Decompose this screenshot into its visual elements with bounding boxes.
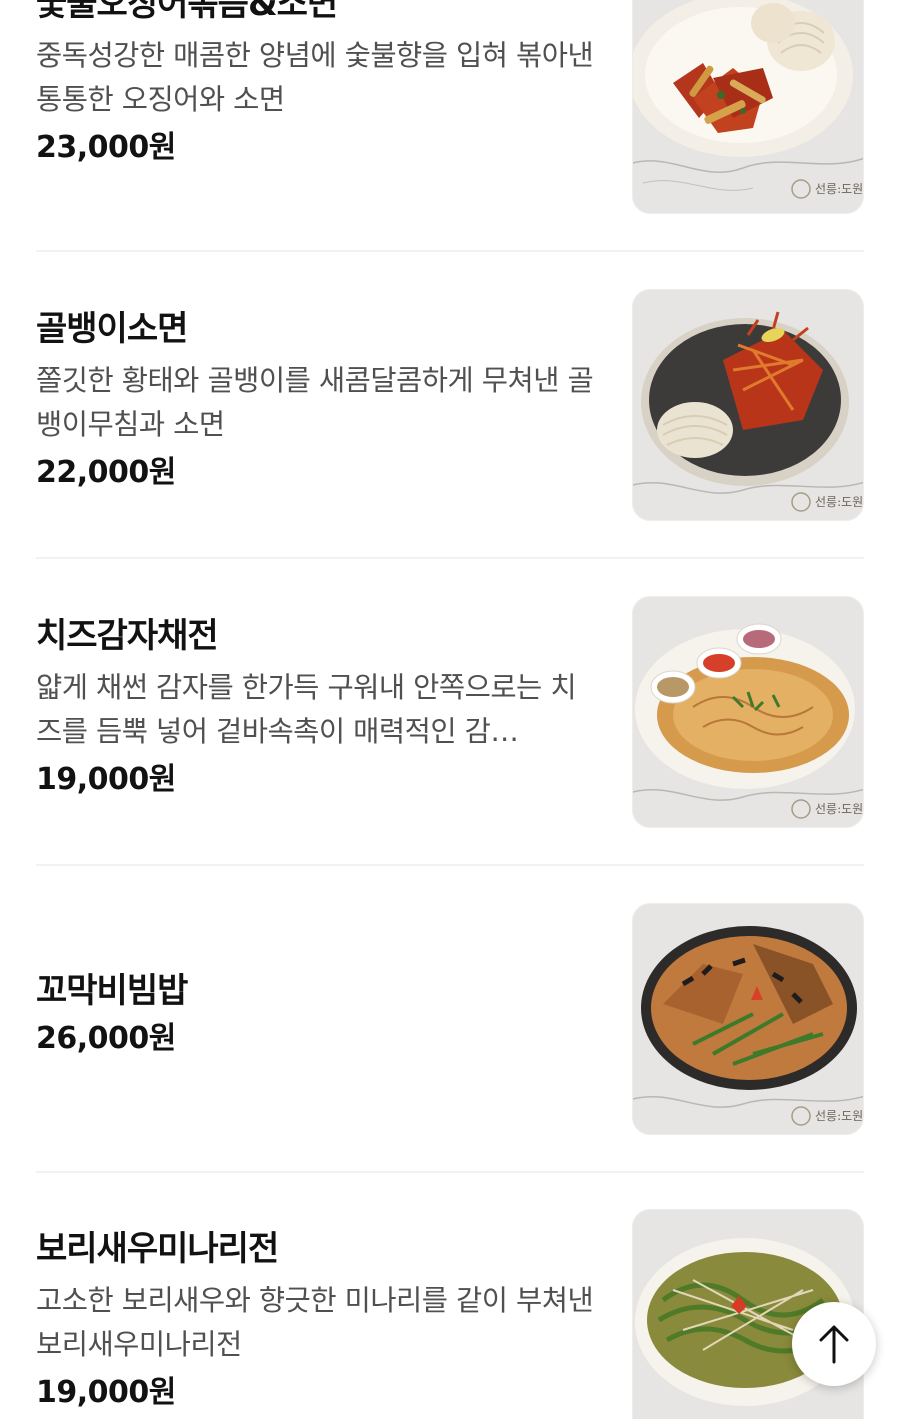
menu-item-price: 19,000원 xyxy=(36,1375,176,1410)
spicy-squid-dish-icon: 선릉:도원 xyxy=(633,0,863,213)
menu-item-name: 치즈감자채전 xyxy=(36,616,219,656)
menu-list: 숯불오징어볶음&소면 중독성강한 매콤한 양념에 숯불향을 입혀 볶아낸 통통한… xyxy=(0,0,900,1419)
item-divider xyxy=(36,864,864,866)
menu-item-price: 26,000원 xyxy=(36,1021,176,1056)
menu-item-photo[interactable]: 선릉:도원 xyxy=(632,0,864,214)
menu-item-name: 숯불오징어볶음&소면 xyxy=(36,0,338,24)
menu-item-price: 23,000원 xyxy=(36,130,176,165)
photo-brand-label: 선릉:도원 xyxy=(815,802,863,816)
whelk-noodle-dish-icon: 선릉:도원 xyxy=(633,290,863,520)
menu-item-price: 19,000원 xyxy=(36,762,176,797)
menu-item[interactable]: 보리새우미나리전 고소한 보리새우와 향긋한 미나리를 같이 부쳐낸 보리새우미… xyxy=(36,1209,864,1419)
photo-brand-label: 선릉:도원 xyxy=(815,1109,863,1123)
item-divider xyxy=(36,1171,864,1173)
item-divider xyxy=(36,557,864,559)
menu-item-info: 꼬막비빔밥 26,000원 xyxy=(36,969,596,1061)
menu-item[interactable]: 치즈감자채전 얇게 채썬 감자를 한가득 구워내 안쪽으로는 치즈를 듬뿍 넣어… xyxy=(36,596,864,828)
menu-item-photo[interactable]: 선릉:도원 xyxy=(632,596,864,828)
menu-item-price: 22,000원 xyxy=(36,455,176,490)
menu-item-info: 숯불오징어볶음&소면 중독성강한 매콤한 양념에 숯불향을 입혀 볶아낸 통통한… xyxy=(36,0,596,170)
photo-brand-label: 선릉:도원 xyxy=(815,495,863,509)
menu-item-description: 중독성강한 매콤한 양념에 숯불향을 입혀 볶아낸 통통한 오징어와 소면 xyxy=(36,39,594,116)
menu-item-name: 골뱅이소면 xyxy=(36,309,188,349)
menu-item-info: 치즈감자채전 얇게 채썬 감자를 한가득 구워내 안쪽으로는 치즈를 듬뿍 넣어… xyxy=(36,614,596,802)
potato-pancake-dish-icon: 선릉:도원 xyxy=(633,597,863,827)
menu-item-description: 얇게 채썬 감자를 한가득 구워내 안쪽으로는 치즈를 듬뿍 넣어 겉바속촉이 … xyxy=(36,671,577,748)
menu-item-name: 꼬막비빔밥 xyxy=(36,971,188,1011)
arrow-up-icon xyxy=(819,1325,849,1364)
menu-item-description: 쫄깃한 황태와 골뱅이를 새콤달콤하게 무쳐낸 골뱅이무침과 소면 xyxy=(36,364,594,441)
menu-item-photo[interactable]: 선릉:도원 xyxy=(632,903,864,1135)
menu-item[interactable]: 골뱅이소면 쫄깃한 황태와 골뱅이를 새콤달콤하게 무쳐낸 골뱅이무침과 소면 … xyxy=(36,289,864,521)
menu-item-info: 골뱅이소면 쫄깃한 황태와 골뱅이를 새콤달콤하게 무쳐낸 골뱅이무침과 소면 … xyxy=(36,307,596,495)
item-divider xyxy=(36,250,864,252)
cockle-bibimbap-dish-icon: 선릉:도원 xyxy=(633,904,863,1134)
menu-item[interactable]: 숯불오징어볶음&소면 중독성강한 매콤한 양념에 숯불향을 입혀 볶아낸 통통한… xyxy=(36,0,864,214)
menu-item[interactable]: 꼬막비빔밥 26,000원 선릉:도원 xyxy=(36,903,864,1135)
menu-item-info: 보리새우미나리전 고소한 보리새우와 향긋한 미나리를 같이 부쳐낸 보리새우미… xyxy=(36,1227,596,1415)
scroll-to-top-button[interactable] xyxy=(792,1302,876,1386)
menu-item-name: 보리새우미나리전 xyxy=(36,1229,279,1269)
photo-brand-label: 선릉:도원 xyxy=(815,182,863,196)
menu-item-description: 고소한 보리새우와 향긋한 미나리를 같이 부쳐낸 보리새우미나리전 xyxy=(36,1284,594,1361)
menu-item-photo[interactable]: 선릉:도원 xyxy=(632,289,864,521)
